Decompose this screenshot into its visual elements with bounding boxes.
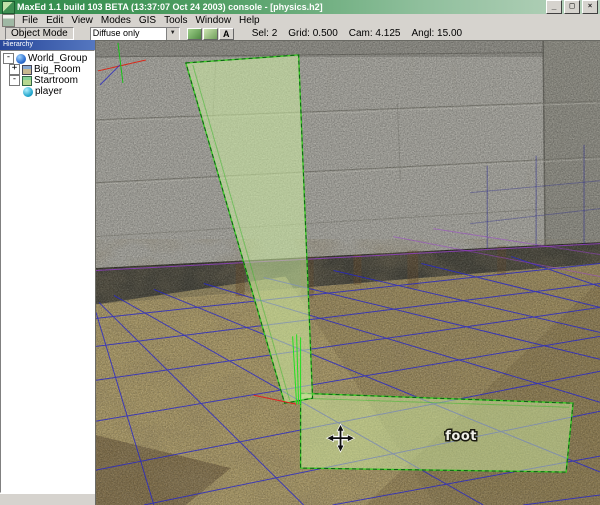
menu-tools[interactable]: Tools (160, 14, 191, 27)
status-grid: Grid: 0.500 (288, 28, 337, 39)
menu-gis[interactable]: GIS (135, 14, 160, 27)
toolbar: Object Mode Diffuse only ▼ A Sel: 2 Grid… (0, 27, 600, 41)
menu-file[interactable]: File (18, 14, 42, 27)
texture-mode-icon[interactable] (187, 28, 202, 40)
menu-bar: File Edit View Modes GIS Tools Window He… (0, 14, 600, 27)
status-selection: Sel: 2 (252, 28, 278, 39)
app-window: MaxEd 1.1 build 103 BETA (13:37:07 Oct 2… (0, 0, 600, 505)
tree-item-label: Big_Room (34, 64, 81, 75)
menu-modes[interactable]: Modes (97, 14, 135, 27)
player-icon (23, 87, 33, 97)
status-angle: Angl: 15.00 (411, 28, 462, 39)
minimize-button[interactable]: _ (546, 0, 562, 14)
chevron-down-icon[interactable]: ▼ (166, 28, 179, 40)
light-mode-icon[interactable] (203, 28, 218, 40)
document-icon[interactable] (2, 14, 15, 27)
tree-item-player[interactable]: player (1, 86, 94, 97)
panel-footer (0, 493, 95, 505)
tree-item-label: Startroom (34, 75, 78, 86)
app-icon (2, 1, 15, 14)
tree-item-label: player (35, 86, 62, 97)
toolbar-icons: A (187, 28, 234, 40)
render-mode-value: Diffuse only (91, 28, 166, 40)
world-icon (16, 54, 26, 64)
object-mode-button[interactable]: Object Mode (5, 27, 74, 40)
room-icon (22, 76, 32, 86)
letter-a-icon[interactable]: A (219, 28, 234, 40)
render-mode-dropdown[interactable]: Diffuse only ▼ (90, 27, 180, 41)
tree-item-startroom[interactable]: - Startroom (1, 75, 94, 86)
status-camera: Cam: 4.125 (349, 28, 401, 39)
room-icon (22, 65, 32, 75)
entity-label: foot (445, 429, 477, 444)
collapse-icon[interactable]: - (9, 75, 20, 86)
menu-window[interactable]: Window (191, 14, 235, 27)
title-bar: MaxEd 1.1 build 103 BETA (13:37:07 Oct 2… (0, 0, 600, 14)
viewport-canvas[interactable]: foot (96, 41, 600, 505)
menu-edit[interactable]: Edit (42, 14, 67, 27)
menu-help[interactable]: Help (235, 14, 264, 27)
maximize-button[interactable]: □ (564, 0, 580, 14)
close-button[interactable]: × (582, 0, 598, 14)
status-readout: Sel: 2 Grid: 0.500 Cam: 4.125 Angl: 15.0… (252, 28, 462, 39)
window-title: MaxEd 1.1 build 103 BETA (13:37:07 Oct 2… (17, 2, 544, 12)
menu-view[interactable]: View (67, 14, 97, 27)
panel-title: Hierarchy (0, 40, 95, 50)
hierarchy-panel: Hierarchy - World_Group + Big_Room - Sta… (0, 40, 95, 505)
scene-tree: - World_Group + Big_Room - Startroom pla… (0, 50, 95, 493)
tree-item-label: World_Group (28, 53, 87, 64)
viewport: foot (95, 40, 600, 505)
